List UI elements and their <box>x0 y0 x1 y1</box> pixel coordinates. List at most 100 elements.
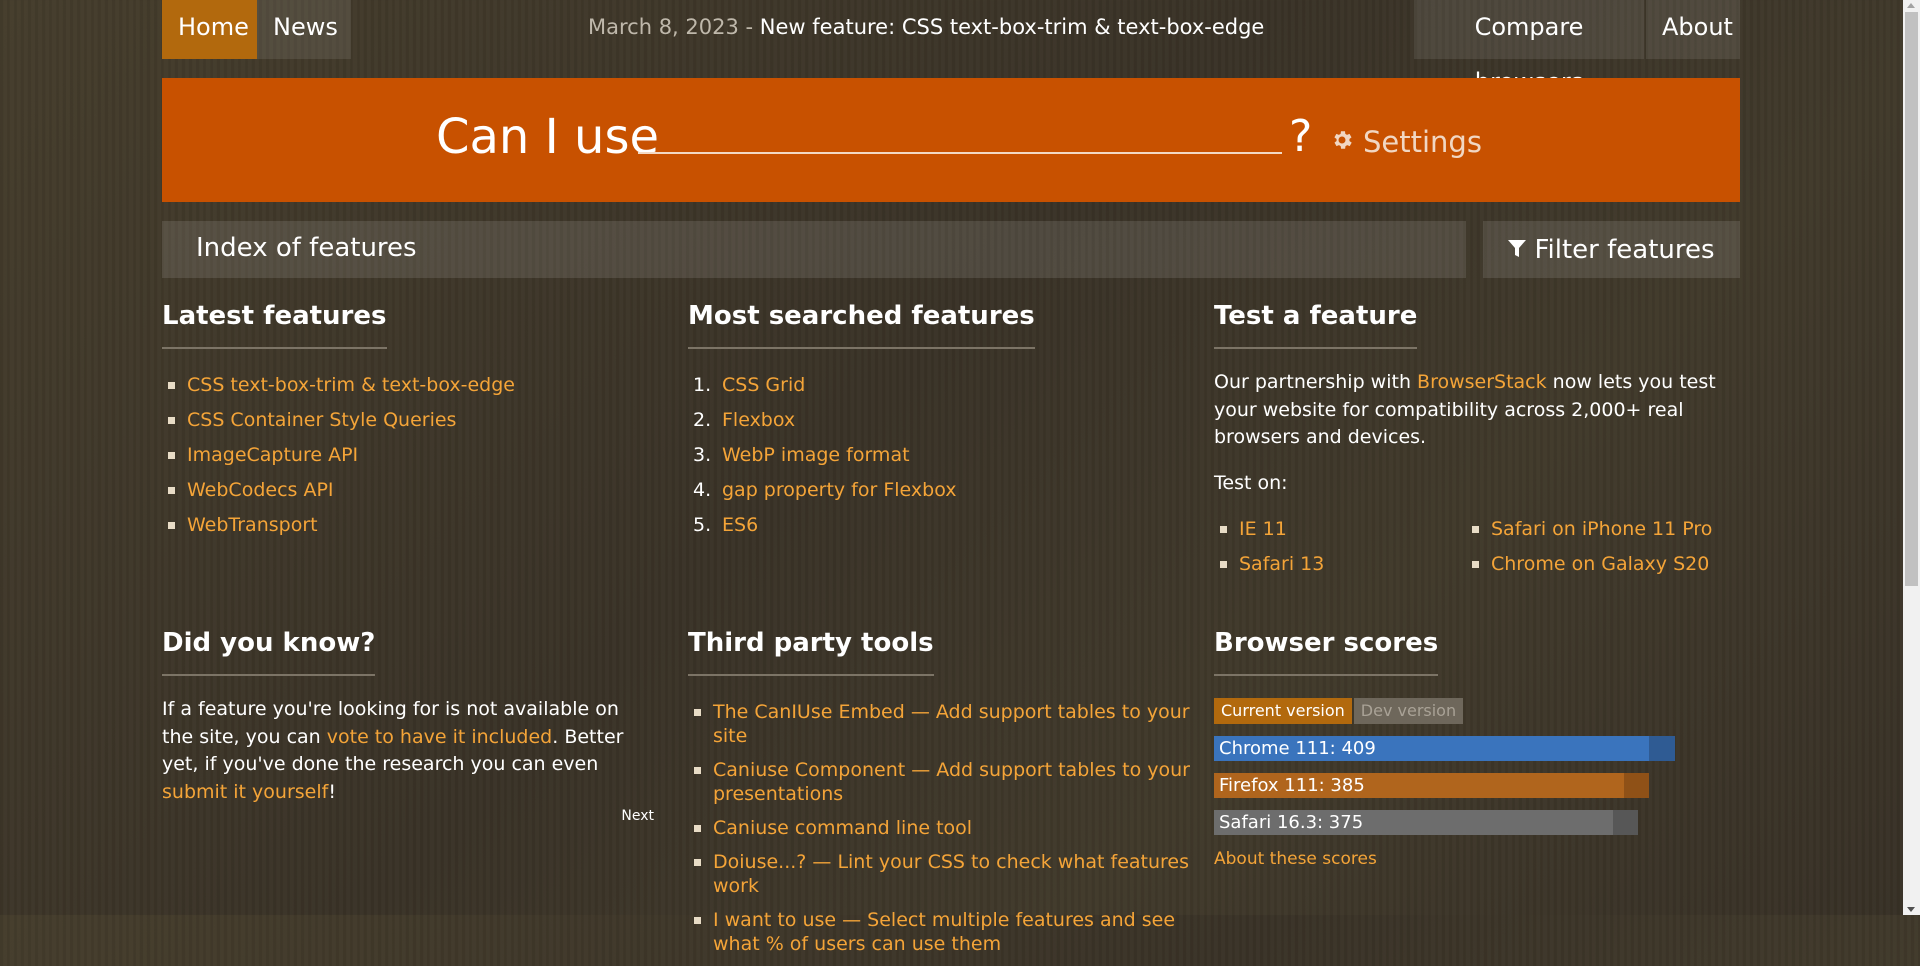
filter-features-button[interactable]: Filter features <box>1483 221 1740 278</box>
test-list-right: Safari on iPhone 11 Pro Chrome on Galaxy… <box>1466 517 1718 587</box>
third-party-link[interactable]: Caniuse command line tool <box>713 817 972 839</box>
search-question-mark: ? <box>1289 111 1313 162</box>
rank-number: 1. <box>693 374 712 396</box>
browser-scores-section: Browser scores Current version Dev versi… <box>1214 628 1694 869</box>
most-searched-link[interactable]: Flexbox <box>722 409 795 431</box>
list-item[interactable]: 4. gap property for Flexbox <box>688 478 1188 513</box>
page-scrollbar[interactable] <box>1903 0 1920 915</box>
third-party-link[interactable]: Caniuse Component — Add support tables t… <box>713 759 1190 805</box>
next-button[interactable]: Next <box>621 808 654 824</box>
scrollbar-thumb[interactable] <box>1905 12 1918 586</box>
scroll-down-icon[interactable] <box>1907 907 1915 912</box>
test-browser-link[interactable]: Safari 13 <box>1239 553 1324 575</box>
most-searched-heading: Most searched features <box>688 301 1035 349</box>
list-item[interactable]: 2. Flexbox <box>688 408 1188 443</box>
latest-feature-link[interactable]: CSS text-box-trim & text-box-edge <box>187 374 515 396</box>
list-item[interactable]: Chrome on Galaxy S20 <box>1466 552 1718 587</box>
did-you-know-heading: Did you know? <box>162 628 376 676</box>
latest-feature-link[interactable]: CSS Container Style Queries <box>187 409 456 431</box>
latest-feature-link[interactable]: WebCodecs API <box>187 479 334 501</box>
news-headline[interactable]: New feature: CSS text-box-trim & text-bo… <box>760 15 1265 39</box>
score-bar-label: Firefox 111: 385 <box>1219 775 1365 796</box>
list-item[interactable]: 3. WebP image format <box>688 443 1188 478</box>
third-party-list: The CanIUse Embed — Add support tables t… <box>688 700 1198 956</box>
search-banner: Can I use ? Settings <box>162 78 1740 202</box>
nav-news[interactable]: News <box>257 0 351 59</box>
most-searched-list: 1. CSS Grid 2. Flexbox 3. WebP image format… <box>688 373 1188 548</box>
did-you-know-text: If a feature you're looking for is not a… <box>162 696 654 806</box>
third-party-link[interactable]: The CanIUse Embed — Add support tables t… <box>713 701 1190 747</box>
about-scores-link[interactable]: About these scores <box>1214 849 1694 869</box>
text: Our partnership with <box>1214 371 1418 393</box>
index-of-features-bar[interactable]: Index of features <box>162 221 1466 278</box>
test-browser-link[interactable]: Safari on iPhone 11 Pro <box>1491 518 1712 540</box>
did-you-know-section: Did you know? If a feature you're lookin… <box>162 628 654 838</box>
latest-feature-link[interactable]: WebTransport <box>187 514 318 536</box>
browser-scores-heading: Browser scores <box>1214 628 1439 676</box>
third-party-link[interactable]: Doiuse...? — Lint your CSS to check what… <box>713 851 1189 897</box>
browserstack-link[interactable]: BrowserStack <box>1417 371 1547 393</box>
rank-number: 5. <box>693 514 712 536</box>
third-party-heading: Third party tools <box>688 628 934 676</box>
list-item[interactable]: CSS text-box-trim & text-box-edge <box>162 373 662 408</box>
rank-number: 2. <box>693 409 712 431</box>
news-ticker[interactable]: March 8, 2023 - New feature: CSS text-bo… <box>588 0 1264 55</box>
most-searched-link[interactable]: ES6 <box>722 514 758 536</box>
nav-compare-browsers[interactable]: Compare browsers <box>1414 0 1644 96</box>
score-bar: Chrome 111: 409 <box>1214 736 1694 761</box>
third-party-section: Third party tools The CanIUse Embed — Ad… <box>688 628 1198 966</box>
list-item[interactable]: Safari on iPhone 11 Pro <box>1466 517 1718 552</box>
list-item[interactable]: I want to use — Select multiple features… <box>688 908 1198 956</box>
text: ! <box>328 780 336 803</box>
list-item[interactable]: ImageCapture API <box>162 443 662 478</box>
nav-home[interactable]: Home <box>162 0 257 59</box>
test-feature-heading: Test a feature <box>1214 301 1418 349</box>
test-browser-link[interactable]: Chrome on Galaxy S20 <box>1491 553 1709 575</box>
test-on-label: Test on: <box>1214 471 1288 494</box>
test-browser-grid: IE 11 Safari 13 Safari on iPhone 11 Pro … <box>1214 517 1724 587</box>
browserstack-text: Our partnership with BrowserStack now le… <box>1214 369 1724 452</box>
scroll-up-icon[interactable] <box>1907 3 1915 8</box>
latest-feature-link[interactable]: ImageCapture API <box>187 444 358 466</box>
settings-button[interactable]: Settings <box>1330 125 1482 159</box>
settings-label: Settings <box>1363 125 1482 159</box>
most-searched-link[interactable]: CSS Grid <box>722 374 805 396</box>
search-input[interactable] <box>638 112 1282 154</box>
filter-icon <box>1508 235 1527 265</box>
list-item[interactable]: Caniuse command line tool <box>688 816 1198 840</box>
news-separator: - <box>738 15 760 39</box>
list-item[interactable]: IE 11 <box>1214 517 1466 552</box>
list-item[interactable]: Caniuse Component — Add support tables t… <box>688 758 1198 806</box>
nav-about[interactable]: About <box>1646 0 1740 59</box>
score-bar-label: Safari 16.3: 375 <box>1219 812 1364 833</box>
test-feature-section: Test a feature Our partnership with Brow… <box>1214 301 1724 587</box>
list-item[interactable]: 1. CSS Grid <box>688 373 1188 408</box>
rank-number: 4. <box>693 479 712 501</box>
rank-number: 3. <box>693 444 712 466</box>
most-searched-section: Most searched features 1. CSS Grid 2. Flex… <box>688 301 1188 548</box>
list-item[interactable]: Safari 13 <box>1214 552 1466 587</box>
version-tabs: Current version Dev version <box>1214 698 1694 724</box>
list-item[interactable]: WebTransport <box>162 513 662 548</box>
tab-current-version[interactable]: Current version <box>1214 698 1352 724</box>
submit-link[interactable]: submit it yourself <box>162 781 328 803</box>
latest-features-list: CSS text-box-trim & text-box-edge CSS Co… <box>162 373 662 548</box>
index-title: Index of features <box>196 233 417 263</box>
vote-link[interactable]: vote to have it included <box>327 726 553 748</box>
filter-label: Filter features <box>1534 234 1715 265</box>
score-bar: Firefox 111: 385 <box>1214 773 1694 798</box>
list-item[interactable]: Doiuse...? — Lint your CSS to check what… <box>688 850 1198 898</box>
score-bars: Chrome 111: 409 Firefox 111: 385 Safari 16… <box>1214 736 1694 835</box>
list-item[interactable]: The CanIUse Embed — Add support tables t… <box>688 700 1198 748</box>
score-bar-label: Chrome 111: 409 <box>1219 738 1376 759</box>
list-item[interactable]: WebCodecs API <box>162 478 662 513</box>
list-item[interactable]: 5. ES6 <box>688 513 1188 548</box>
most-searched-link[interactable]: gap property for Flexbox <box>722 479 957 501</box>
tab-dev-version[interactable]: Dev version <box>1353 698 1464 724</box>
most-searched-link[interactable]: WebP image format <box>722 444 910 466</box>
test-browser-link[interactable]: IE 11 <box>1239 518 1287 540</box>
third-party-link[interactable]: I want to use — Select multiple features… <box>713 909 1175 955</box>
list-item[interactable]: CSS Container Style Queries <box>162 408 662 443</box>
search-label: Can I use <box>436 109 659 165</box>
news-date: March 8, 2023 <box>588 15 739 39</box>
